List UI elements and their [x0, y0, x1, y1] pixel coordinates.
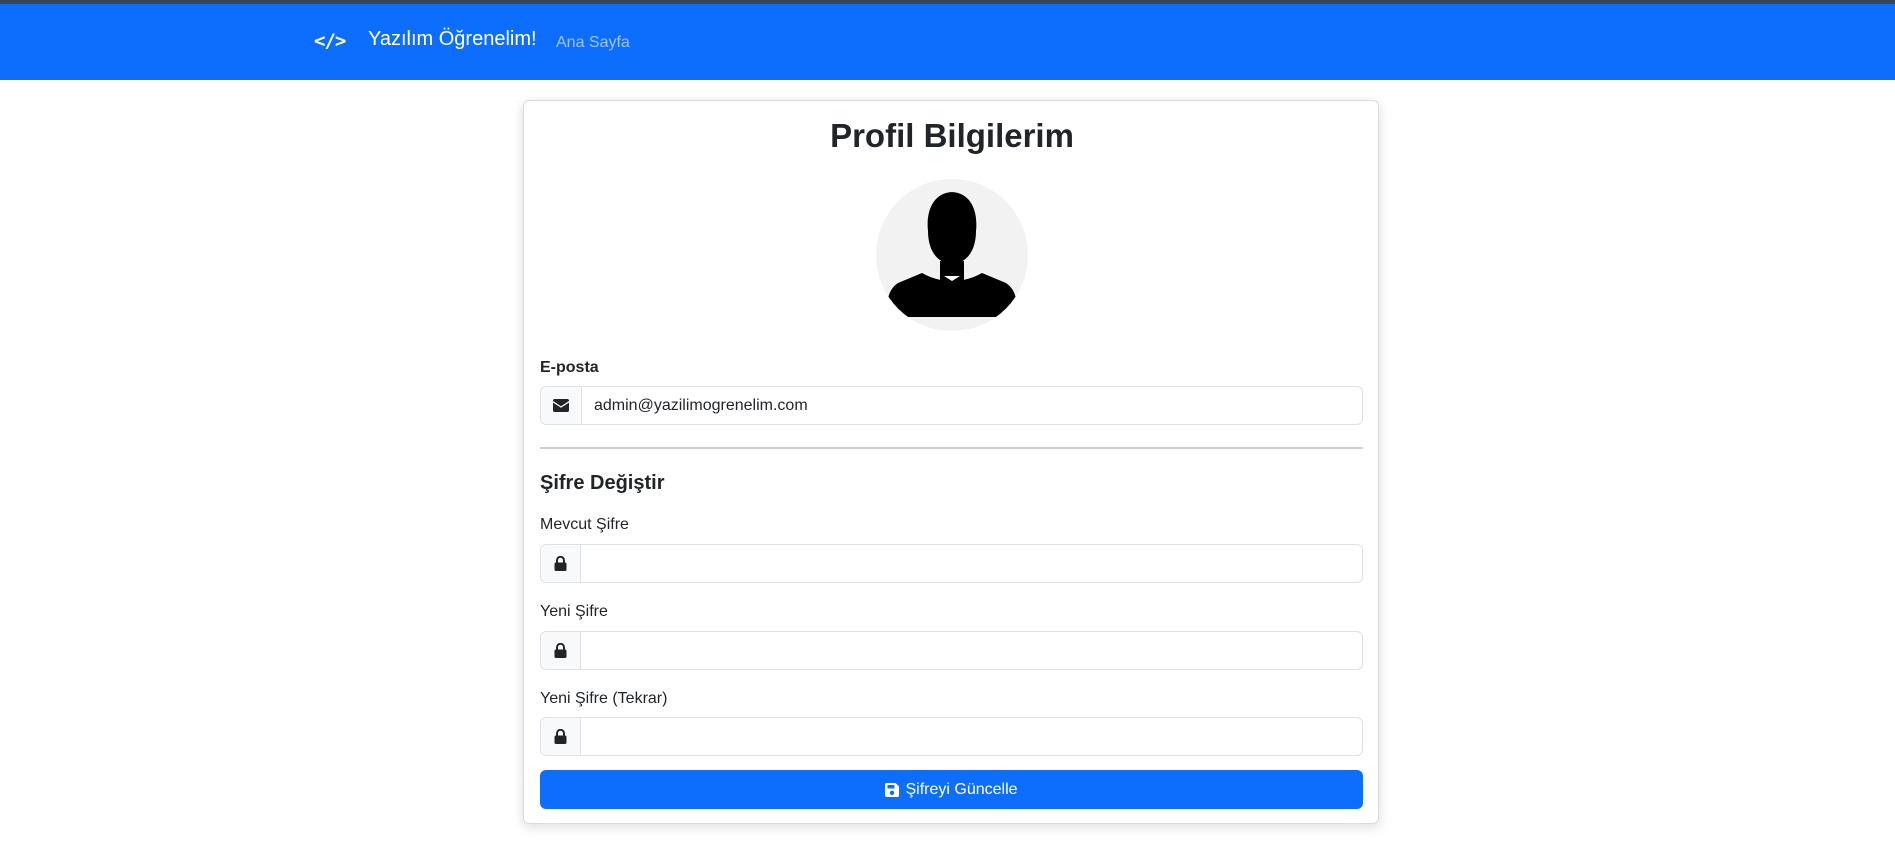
email-field[interactable]	[582, 387, 1362, 424]
update-password-button-label: Şifreyi Güncelle	[905, 780, 1018, 798]
save-icon	[885, 782, 900, 797]
confirm-password-field[interactable]	[581, 718, 1362, 755]
section-title-change-password: Şifre Değiştir	[540, 472, 665, 494]
divider	[540, 447, 1363, 449]
code-icon[interactable]: </>	[314, 30, 346, 52]
new-password-field[interactable]	[581, 632, 1362, 669]
lock-icon	[554, 729, 567, 744]
update-password-button[interactable]: Şifreyi Güncelle	[540, 770, 1363, 809]
envelope-icon	[553, 399, 569, 412]
email-addon	[541, 387, 582, 424]
confirm-password-label: Yeni Şifre (Tekrar)	[540, 690, 668, 707]
user-silhouette-icon	[888, 192, 1016, 317]
email-input-group	[540, 386, 1363, 425]
nav-link-home[interactable]: Ana Sayfa	[556, 34, 630, 52]
new-password-label: Yeni Şifre	[540, 603, 608, 620]
lock-icon	[554, 643, 567, 658]
avatar	[876, 179, 1028, 331]
navbar: </> Yazılım Öğrenelim! Ana Sayfa	[0, 4, 1895, 80]
new-password-input-group	[540, 631, 1363, 670]
profile-card: Profil Bilgilerim E-posta Şifre Değiştir…	[523, 100, 1379, 824]
new-password-addon	[541, 632, 581, 669]
email-label: E-posta	[540, 359, 599, 376]
confirm-password-addon	[541, 718, 581, 755]
brand-link[interactable]: Yazılım Öğrenelim!	[368, 28, 537, 51]
confirm-password-input-group	[540, 717, 1363, 756]
current-password-field[interactable]	[581, 545, 1362, 582]
page-title: Profil Bilgilerim	[830, 117, 1074, 154]
current-password-addon	[541, 545, 581, 582]
lock-icon	[554, 556, 567, 571]
current-password-input-group	[540, 544, 1363, 583]
current-password-label: Mevcut Şifre	[540, 516, 629, 533]
